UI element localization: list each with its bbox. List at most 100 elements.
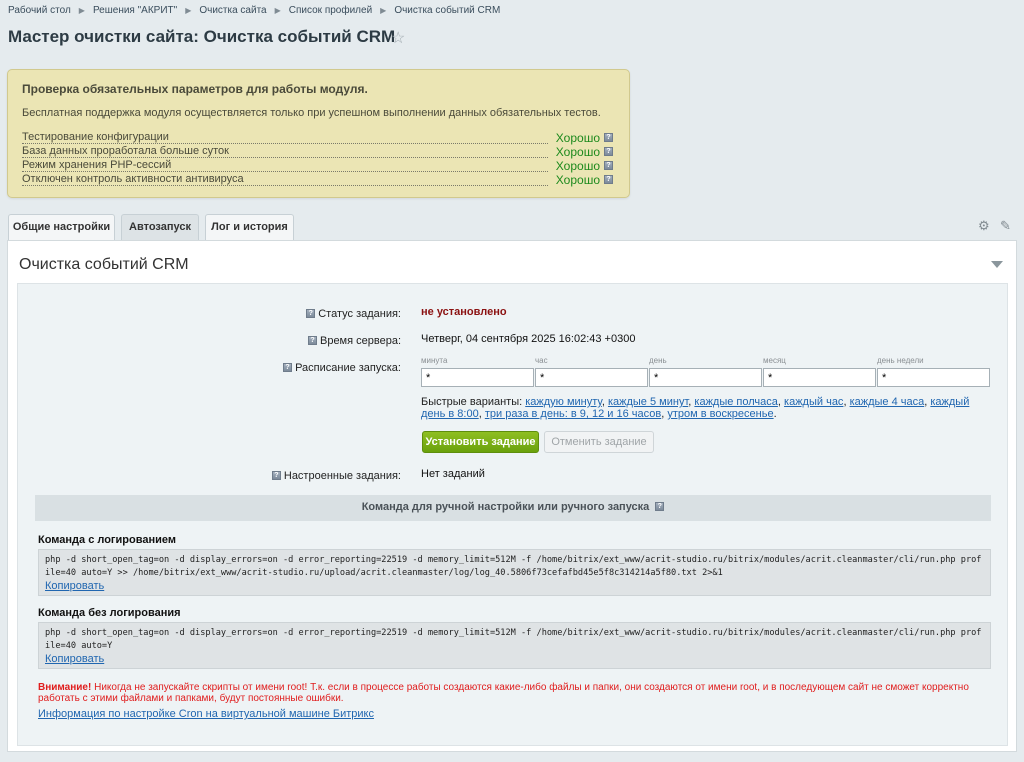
status-value: не установлено bbox=[421, 306, 507, 318]
schedule-day: день bbox=[649, 356, 762, 387]
help-icon[interactable]: ? bbox=[604, 175, 613, 184]
schedule-minute: минута bbox=[421, 356, 534, 387]
schedule-label: ? Расписание запуска: bbox=[283, 362, 401, 374]
schedule-day-input[interactable] bbox=[649, 368, 762, 387]
help-icon[interactable]: ? bbox=[283, 362, 293, 372]
schedule-month-input[interactable] bbox=[763, 368, 876, 387]
help-icon[interactable]: ? bbox=[271, 470, 281, 480]
page-title: Мастер очистки сайта: Очистка событий CR… bbox=[8, 27, 396, 46]
quick-option[interactable]: каждую минуту bbox=[525, 396, 602, 408]
help-icon[interactable]: ? bbox=[604, 133, 613, 142]
status-label: ? Статус задания: bbox=[306, 308, 401, 320]
check-row-label: Тестирование конфигурации bbox=[22, 131, 171, 143]
check-row: База данных проработала больше суток Хор… bbox=[22, 145, 613, 159]
help-icon[interactable]: ? bbox=[604, 147, 613, 156]
check-row: Тестирование конфигурации Хорошо ? bbox=[22, 131, 613, 145]
quick-option[interactable]: каждые полчаса bbox=[694, 396, 778, 408]
panel-content: ? Статус задания: не установлено ? Время с… bbox=[17, 283, 1008, 746]
configured-tasks-value: Нет заданий bbox=[421, 468, 485, 480]
cancel-task-button[interactable]: Отменить задание bbox=[544, 431, 654, 453]
schedule-hour-input[interactable] bbox=[535, 368, 648, 387]
schedule-caption: день недели bbox=[877, 356, 924, 365]
configured-tasks-label: ? Настроенные задания: bbox=[271, 470, 401, 482]
command-nolog-box: php -d short_open_tag=on -d display_erro… bbox=[38, 622, 991, 669]
check-row-label: Режим хранения PHP-сессий bbox=[22, 159, 174, 171]
pin-icon[interactable]: ✎ bbox=[1000, 218, 1011, 234]
check-row: Отключен контроль активности антивируса … bbox=[22, 173, 613, 187]
quick-options-label: Быстрые варианты: bbox=[421, 396, 523, 408]
collapse-arrow-icon[interactable] bbox=[991, 261, 1003, 268]
check-row-result: Хорошо bbox=[555, 159, 600, 173]
check-row-label: База данных проработала больше суток bbox=[22, 145, 231, 157]
help-icon[interactable]: ? bbox=[604, 161, 613, 170]
warning-strong: Внимание! bbox=[38, 682, 92, 693]
schedule-weekday-input[interactable] bbox=[877, 368, 990, 387]
chevron-right-icon: ▶ bbox=[185, 6, 192, 15]
quick-options: Быстрые варианты: каждую минуту, каждые … bbox=[421, 396, 970, 420]
breadcrumb-item-current: Очистка событий CRM bbox=[394, 5, 501, 16]
command-section-header: Команда для ручной настройки или ручного… bbox=[35, 495, 991, 521]
copy-link[interactable]: Копировать bbox=[45, 653, 984, 666]
gear-icon[interactable]: ⚙ bbox=[978, 218, 990, 234]
quick-option[interactable]: каждый час bbox=[784, 396, 843, 408]
check-row-result: Хорошо bbox=[555, 145, 600, 159]
schedule-caption: минута bbox=[421, 356, 448, 365]
schedule-minute-input[interactable] bbox=[421, 368, 534, 387]
status-label-text: Статус задания: bbox=[318, 308, 401, 320]
check-row-label: Отключен контроль активности антивируса bbox=[22, 173, 246, 185]
schedule-caption: час bbox=[535, 356, 548, 365]
dotted-leader bbox=[22, 171, 548, 172]
dotted-leader bbox=[22, 185, 548, 186]
autorun-panel: Очистка событий CRM ? Статус задания: не … bbox=[7, 240, 1017, 752]
chevron-right-icon: ▶ bbox=[274, 6, 281, 15]
schedule-label-text: Расписание запуска: bbox=[295, 362, 401, 374]
command-log-title: Команда с логированием bbox=[38, 534, 176, 546]
command-log-box: php -d short_open_tag=on -d display_erro… bbox=[38, 549, 991, 596]
check-row-result: Хорошо bbox=[555, 173, 600, 187]
schedule-caption: день bbox=[649, 356, 667, 365]
configured-tasks-label-text: Настроенные задания: bbox=[283, 470, 401, 482]
tab-autorun[interactable]: Автозапуск bbox=[121, 214, 199, 240]
copy-link[interactable]: Копировать bbox=[45, 580, 984, 593]
breadcrumb-item[interactable]: Решения "АКРИТ" bbox=[93, 5, 177, 16]
warning-text: Никогда не запускайте скрипты от имени r… bbox=[38, 682, 969, 704]
check-note: Бесплатная поддержка модуля осуществляет… bbox=[22, 107, 601, 119]
quick-option[interactable]: каждые 4 часа bbox=[850, 396, 925, 408]
help-icon[interactable]: ? bbox=[307, 335, 317, 345]
dotted-leader bbox=[22, 143, 548, 144]
quick-option[interactable]: утром в воскресенье bbox=[667, 408, 773, 420]
panel-title: Очистка событий CRM bbox=[19, 256, 189, 273]
root-warning: Внимание! Никогда не запускайте скрипты … bbox=[38, 682, 993, 704]
command-nolog-text[interactable]: php -d short_open_tag=on -d display_erro… bbox=[45, 628, 981, 651]
schedule-month: месяц bbox=[763, 356, 876, 387]
schedule-caption: месяц bbox=[763, 356, 786, 365]
chevron-right-icon: ▶ bbox=[78, 6, 85, 15]
chevron-right-icon: ▶ bbox=[380, 6, 387, 15]
breadcrumb: Рабочий стол ▶ Решения "АКРИТ" ▶ Очистка сай… bbox=[8, 5, 500, 16]
schedule-hour: час bbox=[535, 356, 648, 387]
server-time-value: Четверг, 04 сентября 2025 16:02:43 +0300 bbox=[421, 333, 636, 345]
breadcrumb-item[interactable]: Очистка сайта bbox=[199, 5, 266, 16]
set-task-button[interactable]: Установить задание bbox=[422, 431, 539, 453]
schedule-weekday: день недели bbox=[877, 356, 990, 387]
server-time-label: ? Время сервера: bbox=[307, 335, 401, 347]
requirements-check-box: Проверка обязательных параметров для раб… bbox=[7, 69, 630, 198]
quick-option[interactable]: три раза в день: в 9, 12 и 16 часов bbox=[485, 408, 661, 420]
check-title: Проверка обязательных параметров для раб… bbox=[22, 82, 368, 96]
cron-info-link[interactable]: Информация по настройке Cron на виртуаль… bbox=[38, 708, 374, 720]
help-icon[interactable]: ? bbox=[306, 308, 316, 318]
help-icon[interactable]: ? bbox=[655, 501, 665, 511]
check-row: Режим хранения PHP-сессий Хорошо ? bbox=[22, 159, 613, 173]
command-nolog-title: Команда без логирования bbox=[38, 607, 181, 619]
tab-log-history[interactable]: Лог и история bbox=[205, 214, 294, 240]
dotted-leader bbox=[22, 157, 548, 158]
quick-option[interactable]: каждые 5 минут bbox=[608, 396, 688, 408]
command-log-text[interactable]: php -d short_open_tag=on -d display_erro… bbox=[45, 555, 981, 578]
breadcrumb-item[interactable]: Список профилей bbox=[289, 5, 372, 16]
star-icon[interactable]: ☆ bbox=[391, 28, 405, 48]
check-row-result: Хорошо bbox=[555, 131, 600, 145]
tab-general-settings[interactable]: Общие настройки bbox=[8, 214, 115, 240]
breadcrumb-item[interactable]: Рабочий стол bbox=[8, 5, 71, 16]
server-time-label-text: Время сервера: bbox=[319, 335, 401, 347]
command-section-title: Команда для ручной настройки или ручного… bbox=[361, 501, 650, 513]
